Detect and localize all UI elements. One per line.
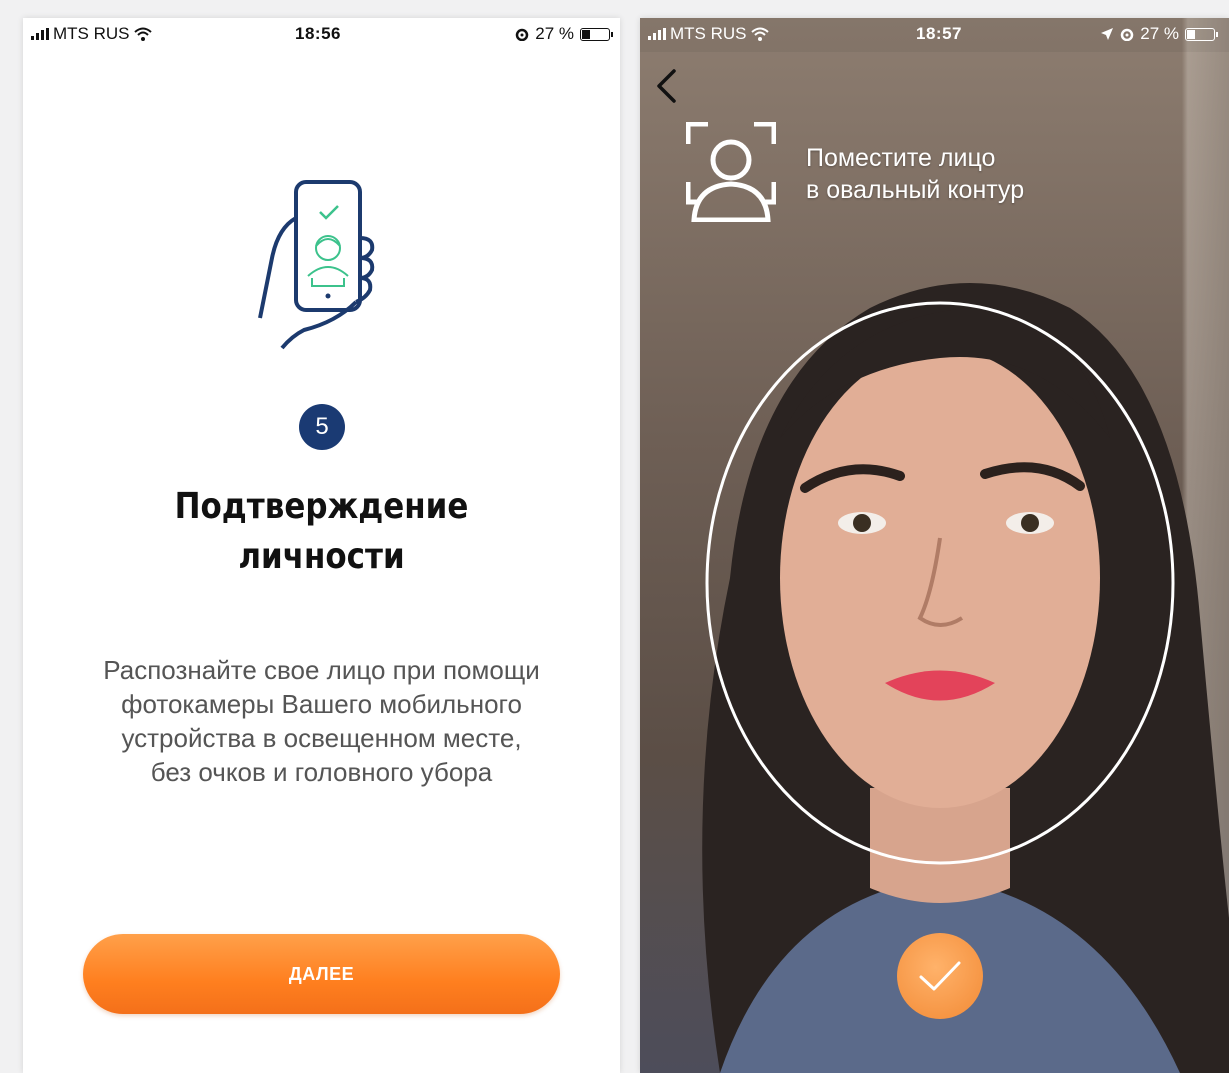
- status-bar: MTS RUS 18:57 27 %: [640, 18, 1229, 52]
- checkmark-icon: [919, 961, 961, 991]
- alarm-icon: [516, 28, 529, 41]
- page-title: Подтверждение личности: [174, 486, 469, 577]
- face-frame-icon: [686, 122, 776, 222]
- carrier-group: MTS RUS: [648, 24, 769, 44]
- wifi-icon: [133, 27, 152, 41]
- status-time: 18:56: [295, 24, 341, 43]
- battery-icon: [580, 27, 613, 41]
- phone-screen-camera: MTS RUS 18:57 27 % Поместите лицо в овал…: [640, 18, 1229, 1073]
- status-bar: MTS RUS 18:56 27 %: [23, 18, 620, 52]
- status-time: 18:57: [916, 24, 962, 43]
- signal-icon: [31, 28, 49, 40]
- carrier-label: MTS RUS: [670, 24, 747, 43]
- instruction-text: Поместите лицо в овальный контур: [806, 144, 1025, 204]
- battery-icon: [1185, 27, 1218, 41]
- phone-screen-intro: MTS RUS 18:56 27 % 5 Подтверждение лично…: [23, 18, 620, 1073]
- next-button[interactable]: ДАЛЕЕ: [83, 934, 560, 1014]
- carrier-group: MTS RUS: [31, 24, 152, 44]
- signal-icon: [648, 28, 666, 40]
- status-right-group: 27 %: [515, 24, 613, 44]
- alarm-icon: [1121, 28, 1134, 41]
- step-number-badge: 5: [299, 404, 345, 450]
- wifi-icon: [750, 27, 769, 41]
- carrier-label: MTS RUS: [53, 24, 130, 43]
- phone-hand-face-icon: [258, 180, 375, 350]
- back-chevron-icon[interactable]: [654, 68, 678, 104]
- battery-percent: 27 %: [535, 24, 574, 43]
- location-arrow-icon: [1101, 28, 1114, 40]
- battery-percent: 27 %: [1140, 24, 1179, 43]
- status-right-group: 27 %: [1100, 24, 1218, 44]
- instruction-text: Распознайте свое лицо при помощи фотокам…: [103, 655, 540, 787]
- capture-button[interactable]: [897, 933, 983, 1019]
